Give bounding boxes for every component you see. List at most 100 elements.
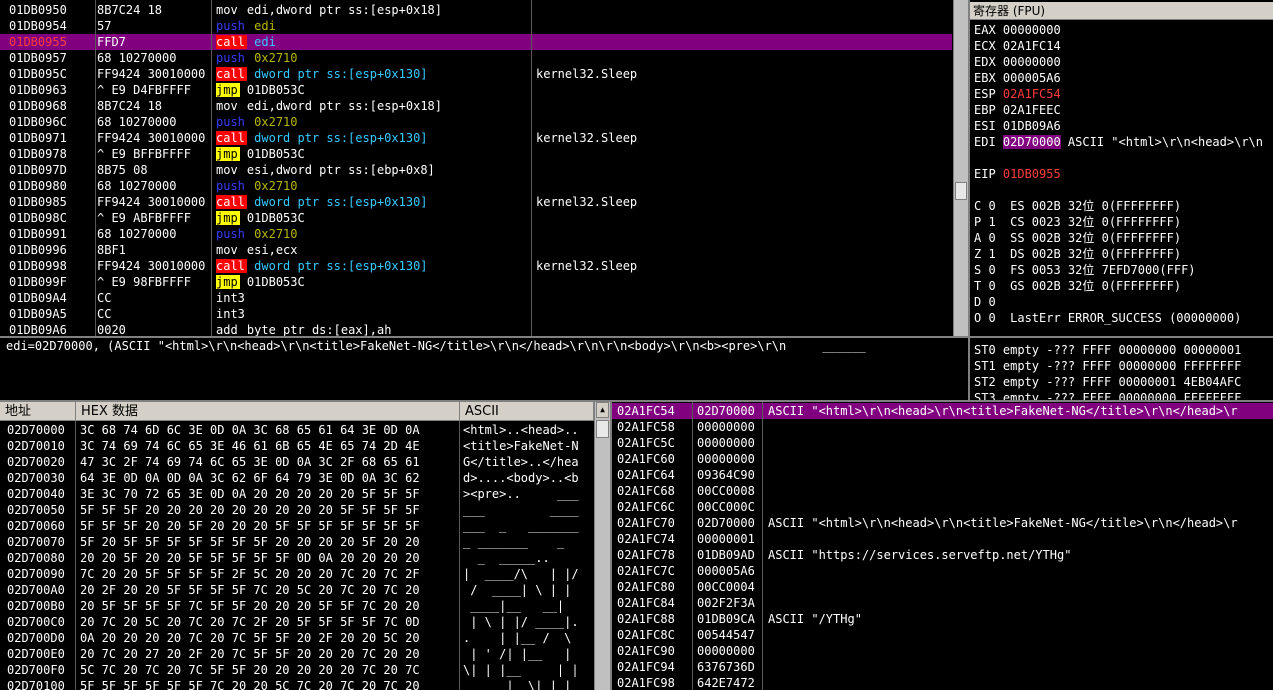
register-value[interactable]: 02D70000 xyxy=(1002,135,1061,149)
disasm-row[interactable]: 01DB0998 FF9424 30010000 call dword ptr ss… xyxy=(0,258,952,274)
pane-divider[interactable] xyxy=(968,0,970,400)
disasm-space xyxy=(240,3,247,17)
stack-pane[interactable]: 02A1FC54 02D70000 ASCII "<html>\r\n<head>\… xyxy=(612,402,1273,690)
stack-row[interactable]: 02A1FC74 00000001 xyxy=(612,531,1273,547)
register-line[interactable]: C 0 ES 002B 32位 0(FFFFFFFF) xyxy=(974,198,1181,214)
stack-row[interactable]: 02A1FC70 02D70000 ASCII "<html>\r\n<head>\… xyxy=(612,515,1273,531)
register-line[interactable]: O 0 LastErr ERROR_SUCCESS (00000000) xyxy=(974,310,1241,326)
stack-value: 09364C90 xyxy=(697,468,755,482)
memory-dump-pane[interactable]: 地址 HEX 数据 ASCII 02D70000 3C 68 74 6D 6C 3… xyxy=(0,402,610,690)
stack-row[interactable]: 02A1FC54 02D70000 ASCII "<html>\r\n<head>\… xyxy=(612,403,1273,419)
stack-row[interactable]: 02A1FC8C 00544547 xyxy=(612,627,1273,643)
disasm-row[interactable]: 01DB0978 ^ E9 BFFBFFFF jmp 01DB053C xyxy=(0,146,952,162)
fpu-register-line[interactable]: ST1 empty -??? FFFF 00000000 FFFFFFFF xyxy=(974,358,1241,374)
disasm-instruction: push edi xyxy=(216,18,530,34)
disasm-row[interactable]: 01DB09A6 0020 add byte ptr ds:[eax],ah xyxy=(0,322,952,336)
register-line[interactable]: EBX 000005A6 xyxy=(974,70,1061,86)
fpu-pane[interactable]: ST0 empty -??? FFFF 00000000 00000001 ST1… xyxy=(970,338,1273,400)
dump-ascii: ___ ____ xyxy=(463,503,579,517)
stack-row[interactable]: 02A1FC60 00000000 xyxy=(612,451,1273,467)
disasm-comment: kernel32.Sleep xyxy=(536,67,638,81)
stack-row[interactable]: 02A1FC5C 00000000 xyxy=(612,435,1273,451)
stack-row[interactable]: 02A1FC88 01DB09CA ASCII "/YTHg" xyxy=(612,611,1273,627)
disasm-row[interactable]: 01DB0991 68 10270000 push 0x2710 xyxy=(0,226,952,242)
register-value[interactable]: 01DB0955 xyxy=(1003,167,1061,181)
register-line[interactable]: D 0 xyxy=(974,294,996,310)
scrollbar-thumb[interactable] xyxy=(596,420,609,438)
disasm-row[interactable]: 01DB0985 FF9424 30010000 call dword ptr ss… xyxy=(0,194,952,210)
register-line[interactable]: A 0 SS 002B 32位 0(FFFFFFFF) xyxy=(974,230,1181,246)
register-line[interactable]: P 1 CS 0023 32位 0(FFFFFFFF) xyxy=(974,214,1181,230)
stack-row[interactable]: 02A1FC98 642E7472 xyxy=(612,675,1273,690)
stack-row[interactable]: 02A1FC64 09364C90 xyxy=(612,467,1273,483)
disasm-row[interactable]: 01DB0971 FF9424 30010000 call dword ptr ss… xyxy=(0,130,952,146)
register-line[interactable]: EIP 01DB0955 xyxy=(974,166,1061,182)
fpu-register-line[interactable]: ST0 empty -??? FFFF 00000000 00000001 xyxy=(974,342,1241,358)
register-line[interactable]: S 0 FS 0053 32位 7EFD7000(FFF) xyxy=(974,262,1196,278)
register-line[interactable]: EDI 02D70000 ASCII "<html>\r\n<head>\r\n xyxy=(974,134,1263,150)
disasm-mnemonic: mov xyxy=(216,243,238,257)
disasm-row[interactable]: 01DB0950 8B7C24 18 mov edi,dword ptr ss:[e… xyxy=(0,2,952,18)
disasm-row[interactable]: 01DB09A4 CC int3 xyxy=(0,290,952,306)
dump-col-ascii[interactable]: ASCII xyxy=(460,402,594,421)
stack-row[interactable]: 02A1FC84 002F2F3A xyxy=(612,595,1273,611)
disasm-comment: kernel32.Sleep xyxy=(536,259,638,273)
dump-scrollbar[interactable]: ▲ xyxy=(594,402,610,690)
disasm-row[interactable]: 01DB097D 8B75 08 mov esi,dword ptr ss:[ebp… xyxy=(0,162,952,178)
stack-row[interactable]: 02A1FC6C 00CC000C xyxy=(612,499,1273,515)
register-line[interactable]: EAX 00000000 xyxy=(974,22,1061,38)
dump-hex: 47 3C 2F 74 69 74 6C 65 3E 0D 0A 3C 2F 6… xyxy=(80,455,420,469)
disasm-row[interactable]: 01DB0963 ^ E9 D4FBFFFF jmp 01DB053C xyxy=(0,82,952,98)
fpu-register-line[interactable]: ST2 empty -??? FFFF 00000001 4EB04AFC xyxy=(974,374,1241,390)
disasm-mnemonic: call xyxy=(216,67,247,81)
stack-value: 00544547 xyxy=(697,628,755,642)
disasm-mnemonic: call xyxy=(216,195,247,209)
disasm-row[interactable]: 01DB0980 68 10270000 push 0x2710 xyxy=(0,178,952,194)
registers-pane[interactable]: 寄存器 (FPU) EAX 00000000 ECX 02A1FC14 EDX 00… xyxy=(970,2,1273,336)
stack-row[interactable]: 02A1FC7C 000005A6 xyxy=(612,563,1273,579)
disasm-row[interactable]: 01DB096C 68 10270000 push 0x2710 xyxy=(0,114,952,130)
disasm-instruction: mov edi,dword ptr ss:[esp+0x18] xyxy=(216,98,530,114)
disasm-row[interactable]: 01DB098C ^ E9 ABFBFFFF jmp 01DB053C xyxy=(0,210,952,226)
register-line[interactable]: EBP 02A1FEEC xyxy=(974,102,1061,118)
register-line[interactable]: T 0 GS 002B 32位 0(FFFFFFFF) xyxy=(974,278,1181,294)
disasm-row[interactable]: 01DB095C FF9424 30010000 call dword ptr ss… xyxy=(0,66,952,82)
disasm-row[interactable]: 01DB0957 68 10270000 push 0x2710 xyxy=(0,50,952,66)
column-divider xyxy=(459,421,460,690)
dump-hex: 5C 7C 20 7C 20 7C 5F 5F 20 20 20 20 20 7… xyxy=(80,663,420,677)
dump-col-address[interactable]: 地址 xyxy=(0,402,76,421)
disasm-address: 01DB0957 xyxy=(9,51,67,65)
disasm-bytes: CC xyxy=(97,307,112,321)
register-line[interactable]: Z 1 DS 002B 32位 0(FFFFFFFF) xyxy=(974,246,1181,262)
disasm-row[interactable]: 01DB0954 57 push edi xyxy=(0,18,952,34)
scroll-up-arrow-icon[interactable]: ▲ xyxy=(596,402,609,418)
disassembly-pane[interactable]: 01DB0950 8B7C24 18 mov edi,dword ptr ss:[e… xyxy=(0,0,953,336)
stack-row[interactable]: 02A1FC58 00000000 xyxy=(612,419,1273,435)
disassembly-scrollbar[interactable] xyxy=(953,0,968,336)
stack-row[interactable]: 02A1FC68 00CC0008 xyxy=(612,483,1273,499)
disasm-mnemonic: mov xyxy=(216,99,238,113)
stack-row[interactable]: 02A1FC94 6376736D xyxy=(612,659,1273,675)
disasm-row[interactable]: 01DB09A5 CC int3 xyxy=(0,306,952,322)
disasm-address: 01DB0955 xyxy=(9,35,67,49)
disasm-operands: 0x2710 xyxy=(254,227,298,241)
register-line[interactable]: ECX 02A1FC14 xyxy=(974,38,1061,54)
disasm-row[interactable]: 01DB099F ^ E9 98FBFFFF jmp 01DB053C xyxy=(0,274,952,290)
register-line[interactable]: EDX 00000000 xyxy=(974,54,1061,70)
stack-address: 02A1FC74 xyxy=(617,532,675,546)
register-value[interactable]: 02A1FC54 xyxy=(1003,87,1061,101)
register-line[interactable]: ESI 01DB09A6 xyxy=(974,118,1061,134)
fpu-register-line[interactable]: ST3 empty -??? FFFF 00000000 FFFFFFFF xyxy=(974,390,1241,400)
disasm-row[interactable]: 01DB0955 FFD7 call edi xyxy=(0,34,952,50)
disasm-row[interactable]: 01DB0968 8B7C24 18 mov edi,dword ptr ss:[e… xyxy=(0,98,952,114)
stack-row[interactable]: 02A1FC80 00CC0004 xyxy=(612,579,1273,595)
stack-row[interactable]: 02A1FC78 01DB09AD ASCII "https://services.… xyxy=(612,547,1273,563)
scrollbar-thumb[interactable] xyxy=(955,182,967,200)
disasm-instruction: call dword ptr ss:[esp+0x130] xyxy=(216,66,530,82)
disasm-address: 01DB0971 xyxy=(9,131,67,145)
disasm-operands: edi,dword ptr ss:[esp+0x18] xyxy=(246,3,442,17)
dump-col-hex[interactable]: HEX 数据 xyxy=(76,402,460,421)
stack-row[interactable]: 02A1FC90 00000000 xyxy=(612,643,1273,659)
register-line[interactable]: ESP 02A1FC54 xyxy=(974,86,1061,102)
disasm-row[interactable]: 01DB0996 8BF1 mov esi,ecx xyxy=(0,242,952,258)
